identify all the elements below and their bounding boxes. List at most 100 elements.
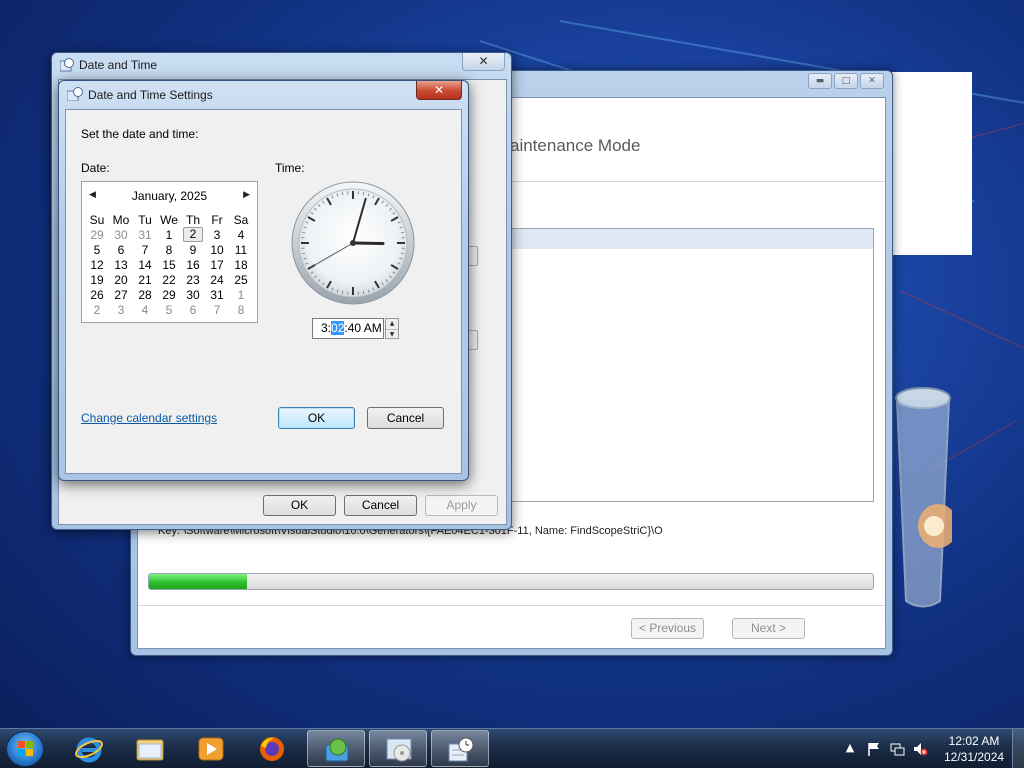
calendar-day[interactable]: 5 — [157, 302, 181, 317]
taskbar-firefox[interactable] — [243, 730, 301, 767]
ok-button[interactable]: OK — [278, 407, 355, 429]
time-hour[interactable]: 3: — [321, 321, 331, 335]
progress-fill — [149, 574, 247, 589]
calendar-day[interactable]: 3 — [109, 302, 133, 317]
minimize-icon[interactable]: ▬ — [808, 73, 832, 89]
show-hidden-icons-icon[interactable]: ▲ — [842, 741, 858, 757]
calendar-day[interactable]: 26 — [85, 287, 109, 302]
time-minutes-selected[interactable]: 02 — [331, 321, 345, 335]
change-calendar-settings-link[interactable]: Change calendar settings — [81, 411, 217, 425]
time-seconds-ampm[interactable]: :40 AM — [344, 321, 381, 335]
calendar-day[interactable]: 11 — [229, 242, 253, 257]
taskbar-windows-explorer[interactable] — [121, 730, 179, 767]
calendar-week-row: 12 13 14 15 16 17 18 — [85, 257, 253, 272]
taskbar-installer[interactable] — [307, 730, 365, 767]
calendar-day[interactable]: 4 — [229, 227, 253, 242]
spin-up-icon[interactable]: ▲ — [386, 319, 398, 329]
calendar-day[interactable]: 20 — [109, 272, 133, 287]
taskbar-media-player[interactable] — [182, 730, 240, 767]
calendar-day[interactable]: 24 — [205, 272, 229, 287]
calendar-day[interactable]: 23 — [181, 272, 205, 287]
action-center-flag-icon[interactable] — [866, 741, 882, 757]
calendar-day[interactable]: 27 — [109, 287, 133, 302]
clock-tick — [302, 231, 306, 234]
time-input[interactable]: 3:02:40 AM — [312, 318, 384, 339]
close-icon[interactable]: ✕ — [860, 73, 884, 89]
calendar-day[interactable]: 1 — [229, 287, 253, 302]
calendar-day[interactable]: 30 — [109, 227, 133, 242]
taskbar-date-time[interactable] — [431, 730, 489, 767]
spin-down-icon[interactable]: ▼ — [386, 329, 398, 339]
calendar-day[interactable]: 2 — [85, 302, 109, 317]
calendar-day[interactable]: 15 — [157, 257, 181, 272]
calendar-day[interactable]: 18 — [229, 257, 253, 272]
calendar-grid: Su Mo Tu We Th Fr Sa 29 30 31 1 2 3 4 5 6 7 8 9 10 11 12 13 14… — [85, 212, 253, 317]
calendar-day[interactable]: 21 — [133, 272, 157, 287]
cancel-button[interactable]: Cancel — [344, 495, 417, 516]
taskbar-internet-explorer[interactable] — [60, 730, 118, 767]
calendar-day[interactable]: 30 — [181, 287, 205, 302]
clock-tick — [362, 192, 365, 196]
calendar-day[interactable]: 29 — [85, 227, 109, 242]
taskbar-setup-disc[interactable] — [369, 730, 427, 767]
calendar-week-row: 26 27 28 29 30 31 1 — [85, 287, 253, 302]
analog-clock — [291, 181, 415, 305]
calendar-day[interactable]: 4 — [133, 302, 157, 317]
close-button[interactable]: ✕ — [416, 81, 462, 100]
clock-tick — [400, 231, 404, 234]
calendar-day[interactable]: 13 — [109, 257, 133, 272]
date-time-settings-icon — [67, 87, 83, 101]
calendar-day[interactable]: 31 — [205, 287, 229, 302]
close-button[interactable]: ✕ — [462, 53, 505, 71]
calendar-day[interactable]: 31 — [133, 227, 157, 242]
previous-button[interactable]: < Previous — [631, 618, 704, 639]
apply-button[interactable]: Apply — [425, 495, 498, 516]
calendar-day[interactable]: 5 — [85, 242, 109, 257]
calendar-day[interactable]: 25 — [229, 272, 253, 287]
weekday-header: Mo — [112, 212, 130, 227]
ok-button[interactable]: OK — [263, 495, 336, 516]
red-streak — [899, 290, 1024, 351]
calendar-day[interactable]: 16 — [181, 257, 205, 272]
registry-key-tail: , Name: FindScopeStriC}\O — [528, 525, 663, 537]
installer-icon — [325, 738, 349, 762]
calendar-day[interactable]: 8 — [157, 242, 181, 257]
internet-explorer-icon — [75, 737, 103, 763]
cancel-button[interactable]: Cancel — [367, 407, 444, 429]
calendar-day[interactable]: 8 — [229, 302, 253, 317]
calendar-day[interactable]: 7 — [205, 302, 229, 317]
calendar-day[interactable]: 14 — [133, 257, 157, 272]
clock-tick — [400, 252, 404, 255]
taskbar-clock[interactable]: 12:02 AM 12/31/2024 — [944, 733, 1004, 765]
volume-muted-icon[interactable] — [912, 741, 928, 757]
calendar: ◀ January, 2025 ▶ Su Mo Tu We Th Fr Sa 29 30 31 1… — [81, 181, 258, 323]
start-button[interactable] — [6, 731, 44, 767]
time-spinner[interactable]: ▲ ▼ — [385, 318, 399, 339]
calendar-day[interactable]: 9 — [181, 242, 205, 257]
calendar-day[interactable]: 28 — [133, 287, 157, 302]
next-button[interactable]: Next > — [732, 618, 805, 639]
calendar-day[interactable]: 6 — [181, 302, 205, 317]
calendar-day-selected[interactable]: 2 — [181, 227, 205, 242]
calendar-day[interactable]: 7 — [133, 242, 157, 257]
installer-heading: aintenance Mode — [510, 136, 641, 155]
calendar-month-year[interactable]: January, 2025 — [82, 189, 257, 205]
calendar-day[interactable]: 29 — [157, 287, 181, 302]
next-month-icon[interactable]: ▶ — [243, 190, 250, 200]
calendar-day[interactable]: 22 — [157, 272, 181, 287]
calendar-day[interactable]: 1 — [157, 227, 181, 242]
maximize-icon[interactable]: □ — [834, 73, 858, 89]
calendar-day[interactable]: 12 — [85, 257, 109, 272]
weekday-header: Fr — [211, 212, 223, 227]
recycle-bin-icon[interactable] — [894, 376, 952, 614]
calendar-week-row: 29 30 31 1 2 3 4 — [85, 227, 253, 242]
calendar-day[interactable]: 17 — [205, 257, 229, 272]
calendar-day[interactable]: 6 — [109, 242, 133, 257]
calendar-day[interactable]: 3 — [205, 227, 229, 242]
window-controls: ▬ □ ✕ — [808, 73, 884, 89]
weekday-header: Su — [89, 212, 105, 227]
show-desktop-button[interactable] — [1012, 729, 1024, 768]
network-icon[interactable] — [889, 741, 905, 757]
calendar-day[interactable]: 19 — [85, 272, 109, 287]
calendar-day[interactable]: 10 — [205, 242, 229, 257]
